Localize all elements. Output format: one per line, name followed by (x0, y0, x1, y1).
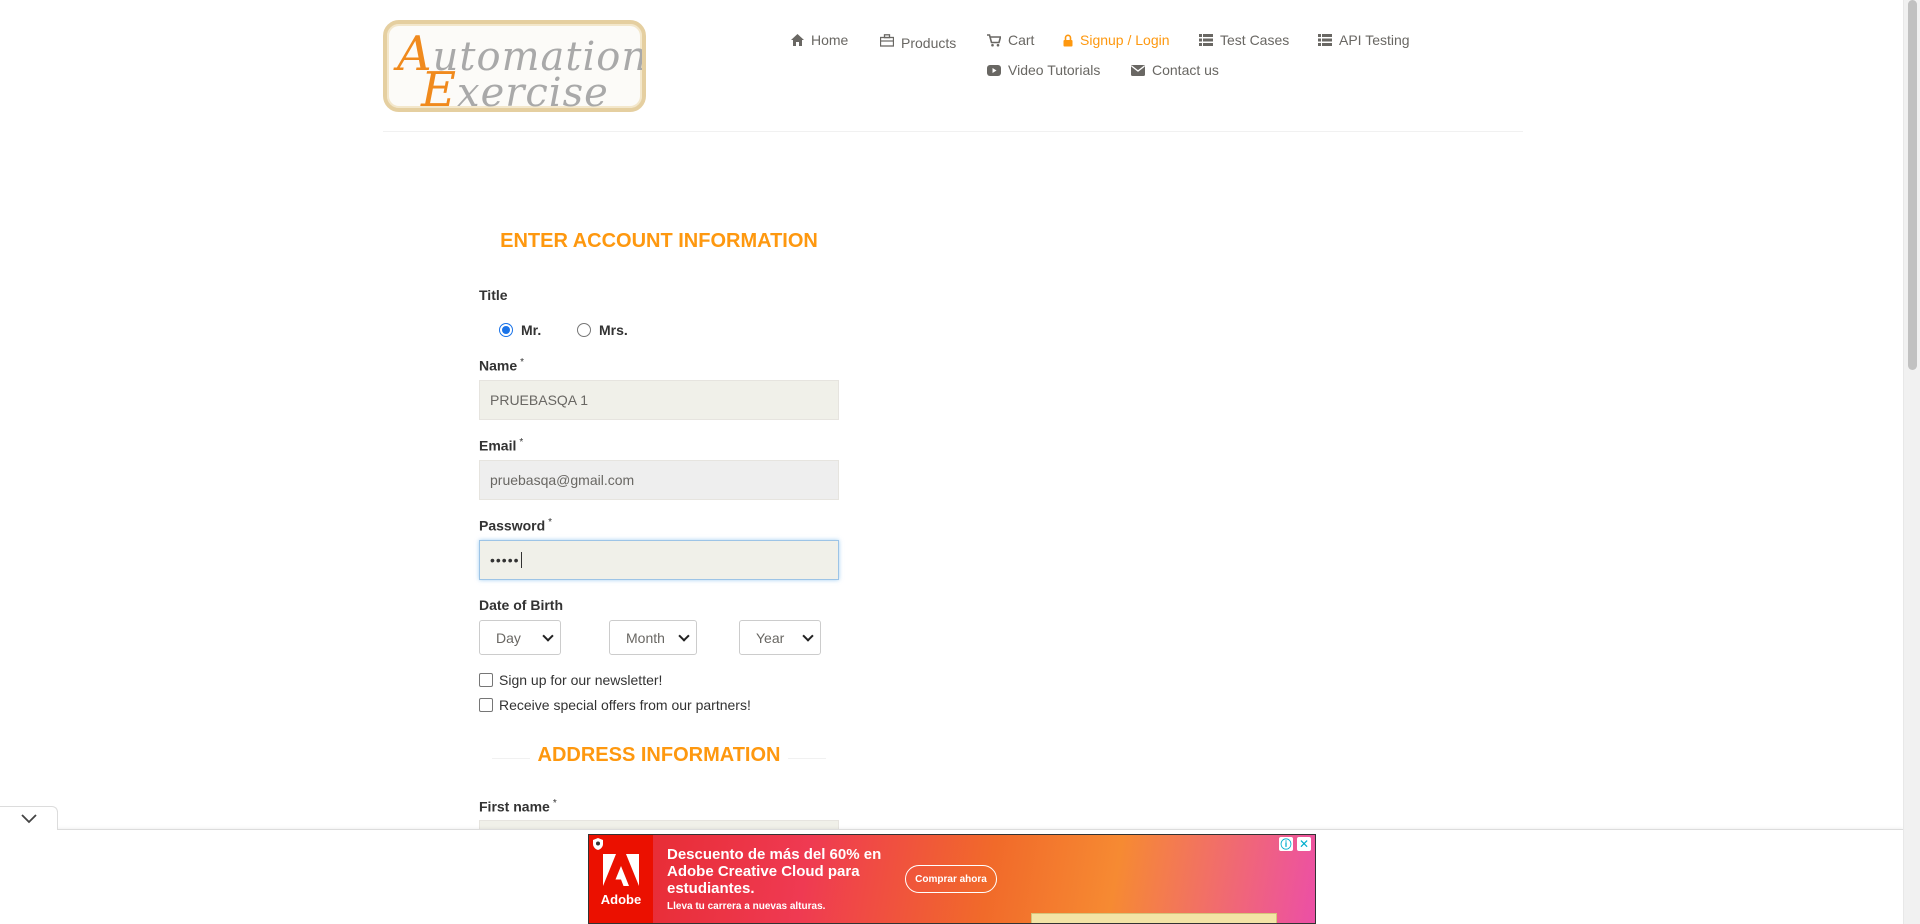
nav-signup-login-label: Signup / Login (1080, 32, 1170, 48)
envelope-icon (1131, 64, 1145, 76)
title-mrs-label: Mrs. (599, 322, 628, 338)
header-divider (383, 131, 1523, 132)
list-icon (1199, 34, 1213, 46)
nav-products[interactable]: Products (880, 30, 956, 51)
site-logo[interactable]: Automation Exercise (383, 20, 646, 112)
chevron-down-icon (542, 629, 554, 642)
chevron-down-icon (678, 629, 690, 642)
nav-home[interactable]: Home (791, 32, 848, 48)
address-info-heading: ADDRESS INFORMATION (479, 744, 839, 767)
nav-contact-us-label: Contact us (1152, 62, 1219, 78)
dob-month-select[interactable]: Month (609, 620, 697, 655)
first-name-label: First name * (479, 798, 557, 815)
nav-api-testing[interactable]: API Testing (1318, 32, 1410, 48)
checkbox-box[interactable] (479, 673, 493, 687)
nav-home-label: Home (811, 32, 849, 48)
nav-video-tutorials-label: Video Tutorials (1008, 62, 1101, 78)
email-label: Email * (479, 437, 524, 454)
offers-checkbox[interactable]: Receive special offers from our partners… (479, 697, 751, 713)
ad-collapse-toggle[interactable] (0, 806, 58, 830)
nav-products-label: Products (901, 35, 957, 51)
chevron-down-icon (802, 629, 814, 642)
name-label: Name * (479, 357, 525, 374)
close-icon[interactable]: ✕ (1297, 837, 1311, 851)
nav-cart-label: Cart (1008, 32, 1035, 48)
adobe-wordmark: Adobe (600, 891, 642, 907)
briefcase-icon (880, 34, 894, 47)
nav-contact-us[interactable]: Contact us (1131, 62, 1219, 78)
title-mr-radio[interactable]: Mr. (499, 322, 541, 338)
scrollbar-thumb[interactable] (1908, 0, 1917, 370)
account-info-heading: ENTER ACCOUNT INFORMATION (500, 230, 818, 252)
list-icon (1318, 34, 1332, 46)
email-input[interactable]: pruebasqa@gmail.com (479, 460, 839, 500)
adobe-a-icon (603, 853, 639, 886)
nav-test-cases-label: Test Cases (1220, 32, 1290, 48)
youtube-icon (987, 64, 1001, 76)
page-scrollbar[interactable] (1903, 0, 1920, 924)
nav-signup-login[interactable]: Signup / Login (1063, 32, 1170, 48)
offers-label: Receive special offers from our partners… (499, 697, 751, 713)
radio-dot[interactable] (577, 323, 591, 337)
ad-product-image (1031, 913, 1277, 923)
cart-icon (987, 33, 1001, 46)
title-mr-label: Mr. (521, 322, 542, 338)
newsletter-label: Sign up for our newsletter! (499, 672, 663, 688)
nav-test-cases[interactable]: Test Cases (1199, 32, 1289, 48)
logo-line-2: Exercise (421, 62, 609, 112)
chevron-down-icon (20, 813, 37, 823)
lock-icon (1063, 34, 1073, 46)
nav-cart[interactable]: Cart (987, 32, 1034, 48)
dob-label: Date of Birth (479, 597, 563, 613)
newsletter-checkbox[interactable]: Sign up for our newsletter! (479, 672, 662, 688)
nav-video-tutorials[interactable]: Video Tutorials (987, 62, 1100, 78)
nav-api-testing-label: API Testing (1339, 32, 1410, 48)
adobe-ad-banner[interactable]: Adobe Descuento de más del 60% en Adobe … (588, 834, 1316, 924)
name-input[interactable]: PRUEBASQA 1 (479, 380, 839, 420)
title-label: Title (479, 287, 508, 303)
info-icon[interactable]: ⓘ (1279, 837, 1293, 851)
radio-dot-checked[interactable] (499, 323, 513, 337)
dob-day-select[interactable]: Day (479, 620, 561, 655)
home-icon (791, 34, 804, 46)
password-input[interactable]: ••••• (479, 540, 839, 580)
checkbox-box[interactable] (479, 698, 493, 712)
title-mrs-radio[interactable]: Mrs. (577, 322, 628, 338)
dob-year-select[interactable]: Year (739, 620, 821, 655)
password-label: Password * (479, 517, 553, 534)
shield-icon (593, 838, 603, 850)
ad-headline: Descuento de más del 60% en Adobe Creati… (667, 846, 882, 897)
ad-cta-button[interactable]: Comprar ahora (905, 865, 997, 893)
ad-subline: Lleva tu carrera a nuevas alturas. (667, 901, 826, 912)
